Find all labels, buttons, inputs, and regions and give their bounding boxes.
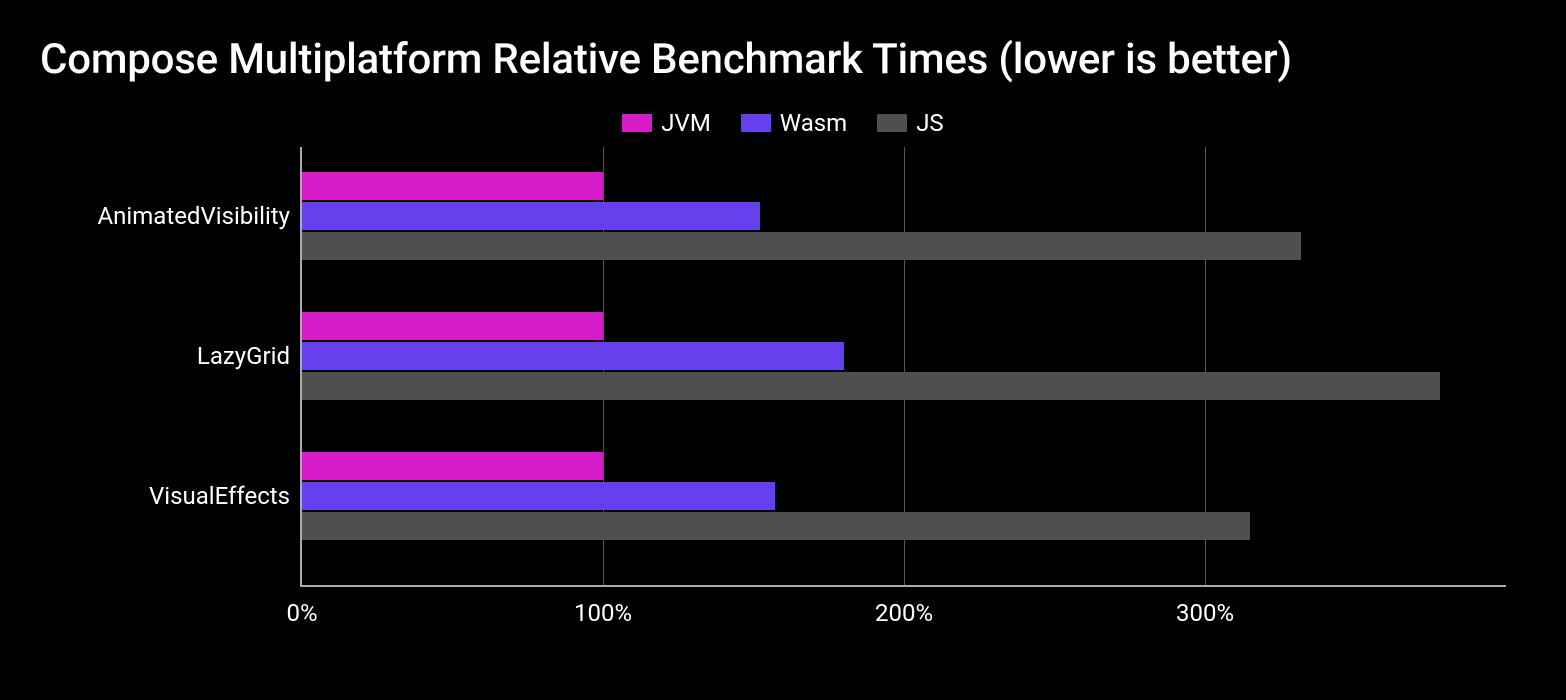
x-tick-label: 300% (1176, 585, 1234, 627)
legend-item-jvm: JVM (622, 109, 710, 137)
swatch-jvm (622, 114, 652, 132)
legend-label-wasm: Wasm (780, 109, 847, 137)
legend-item-wasm: Wasm (741, 109, 847, 137)
chart-plot: 0%100%200%300%AnimatedVisibilityLazyGrid… (300, 147, 1506, 587)
x-tick-label: 200% (875, 585, 933, 627)
bar-jvm (302, 312, 603, 340)
bar-jvm (302, 172, 603, 200)
y-category-label: AnimatedVisibility (98, 202, 303, 230)
bar-jvm (302, 452, 603, 480)
bar-js (302, 512, 1250, 540)
chart-plot-area: 0%100%200%300%AnimatedVisibilityLazyGrid… (300, 147, 1506, 587)
bar-wasm (302, 342, 844, 370)
y-category-label: LazyGrid (197, 342, 302, 370)
x-tick-label: 0% (286, 585, 317, 627)
bar-wasm (302, 202, 760, 230)
chart-legend: JVM Wasm JS (0, 109, 1566, 137)
chart-title: Compose Multiplatform Relative Benchmark… (0, 0, 1566, 84)
swatch-wasm (741, 114, 771, 132)
y-category-label: VisualEffects (149, 482, 302, 510)
x-tick-label: 100% (574, 585, 632, 627)
bar-js (302, 232, 1301, 260)
legend-item-js: JS (877, 109, 944, 137)
swatch-js (877, 114, 907, 132)
legend-label-js: JS (916, 109, 944, 137)
bar-js (302, 372, 1440, 400)
legend-label-jvm: JVM (661, 109, 710, 137)
bar-wasm (302, 482, 775, 510)
